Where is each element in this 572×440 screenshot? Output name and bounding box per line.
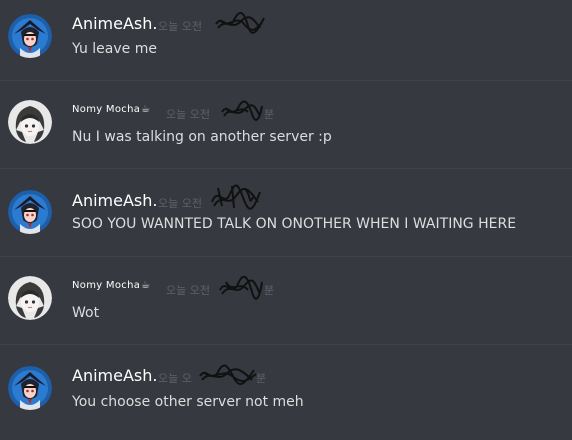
- message-author[interactable]: AnimeAsh.: [72, 14, 157, 33]
- message-timestamp-suffix: 분: [256, 372, 267, 385]
- message-timestamp: 오늘 오전: [158, 20, 202, 33]
- message-item: AnimeAsh. 오늘 오전 SOO YOU WANNTED TALK ON …: [0, 176, 572, 264]
- redaction-scribble: [211, 184, 261, 210]
- redaction-scribble: [215, 11, 265, 34]
- message-text: Yu leave me: [72, 41, 157, 57]
- message-item: AnimeAsh. 오늘 오전 Yu leave me: [0, 0, 572, 88]
- message-divider: [0, 344, 572, 345]
- message-divider: [0, 256, 572, 257]
- redaction-scribble: [219, 276, 263, 300]
- nomy-mocha-avatar-image: [8, 100, 52, 144]
- message-divider: [0, 168, 572, 169]
- message-text: Wot: [72, 305, 100, 321]
- message-divider: [0, 80, 572, 81]
- anime-ash-avatar-image: [8, 190, 52, 234]
- message-timestamp: 오늘 오전: [166, 284, 210, 297]
- coffee-cup-icon: ☕: [141, 104, 151, 115]
- message-timestamp: 오늘 오전: [158, 197, 202, 210]
- nomy-mocha-avatar-image: [8, 276, 52, 320]
- chat-messages: AnimeAsh. 오늘 오전 Yu leave me Nomy Mocha☕ …: [0, 0, 572, 432]
- message-text: Nu I was talking on another server :p: [72, 129, 332, 145]
- message-author[interactable]: Nomy Mocha☕: [72, 104, 150, 115]
- nomy-mocha-avatar[interactable]: [8, 100, 52, 144]
- message-timestamp-suffix: 분: [264, 284, 275, 297]
- message-timestamp: 오늘 오전: [166, 108, 210, 121]
- redaction-scribble: [221, 100, 263, 121]
- coffee-cup-icon: ☕: [141, 280, 151, 291]
- message-author[interactable]: AnimeAsh.: [72, 191, 157, 210]
- redaction-scribble: [199, 364, 257, 385]
- message-item: Nomy Mocha☕ 오늘 오전 분 Wot: [0, 264, 572, 352]
- author-name: Nomy Mocha: [72, 280, 141, 291]
- message-item: Nomy Mocha☕ 오늘 오전 분 Nu I was talking on …: [0, 88, 572, 176]
- message-text: You choose other server not meh: [72, 394, 304, 410]
- nomy-mocha-avatar[interactable]: [8, 276, 52, 320]
- anime-ash-avatar[interactable]: [8, 190, 52, 234]
- message-timestamp: 오늘 오: [158, 372, 192, 385]
- anime-ash-avatar[interactable]: [8, 366, 52, 410]
- anime-ash-avatar-image: [8, 366, 52, 410]
- message-timestamp-suffix: 분: [264, 108, 275, 121]
- message-text: SOO YOU WANNTED TALK ON ONOTHER WHEN I W…: [72, 216, 517, 232]
- anime-ash-avatar-image: [8, 14, 52, 58]
- message-item: AnimeAsh. 오늘 오 분 You choose other server…: [0, 352, 572, 440]
- message-author[interactable]: Nomy Mocha☕: [72, 280, 150, 291]
- message-author[interactable]: AnimeAsh.: [72, 366, 157, 385]
- author-name: Nomy Mocha: [72, 104, 141, 115]
- anime-ash-avatar[interactable]: [8, 14, 52, 58]
